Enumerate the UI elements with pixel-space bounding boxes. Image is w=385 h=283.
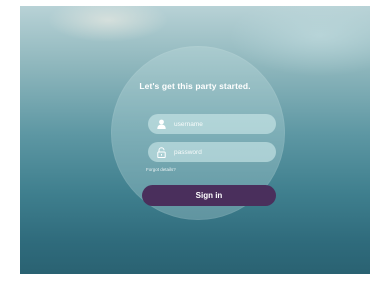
login-background: Let's get this party started. Forgot det… <box>20 6 370 274</box>
sign-in-button[interactable]: Sign in <box>142 185 276 206</box>
password-field[interactable] <box>148 142 276 162</box>
user-icon <box>156 118 166 130</box>
page-title: Let's get this party started. <box>139 81 251 91</box>
username-input[interactable] <box>174 117 270 131</box>
forgot-details-link[interactable]: Forgot details? <box>146 167 176 172</box>
password-input[interactable] <box>174 145 270 159</box>
username-field[interactable] <box>148 114 276 134</box>
lock-icon <box>156 146 166 158</box>
